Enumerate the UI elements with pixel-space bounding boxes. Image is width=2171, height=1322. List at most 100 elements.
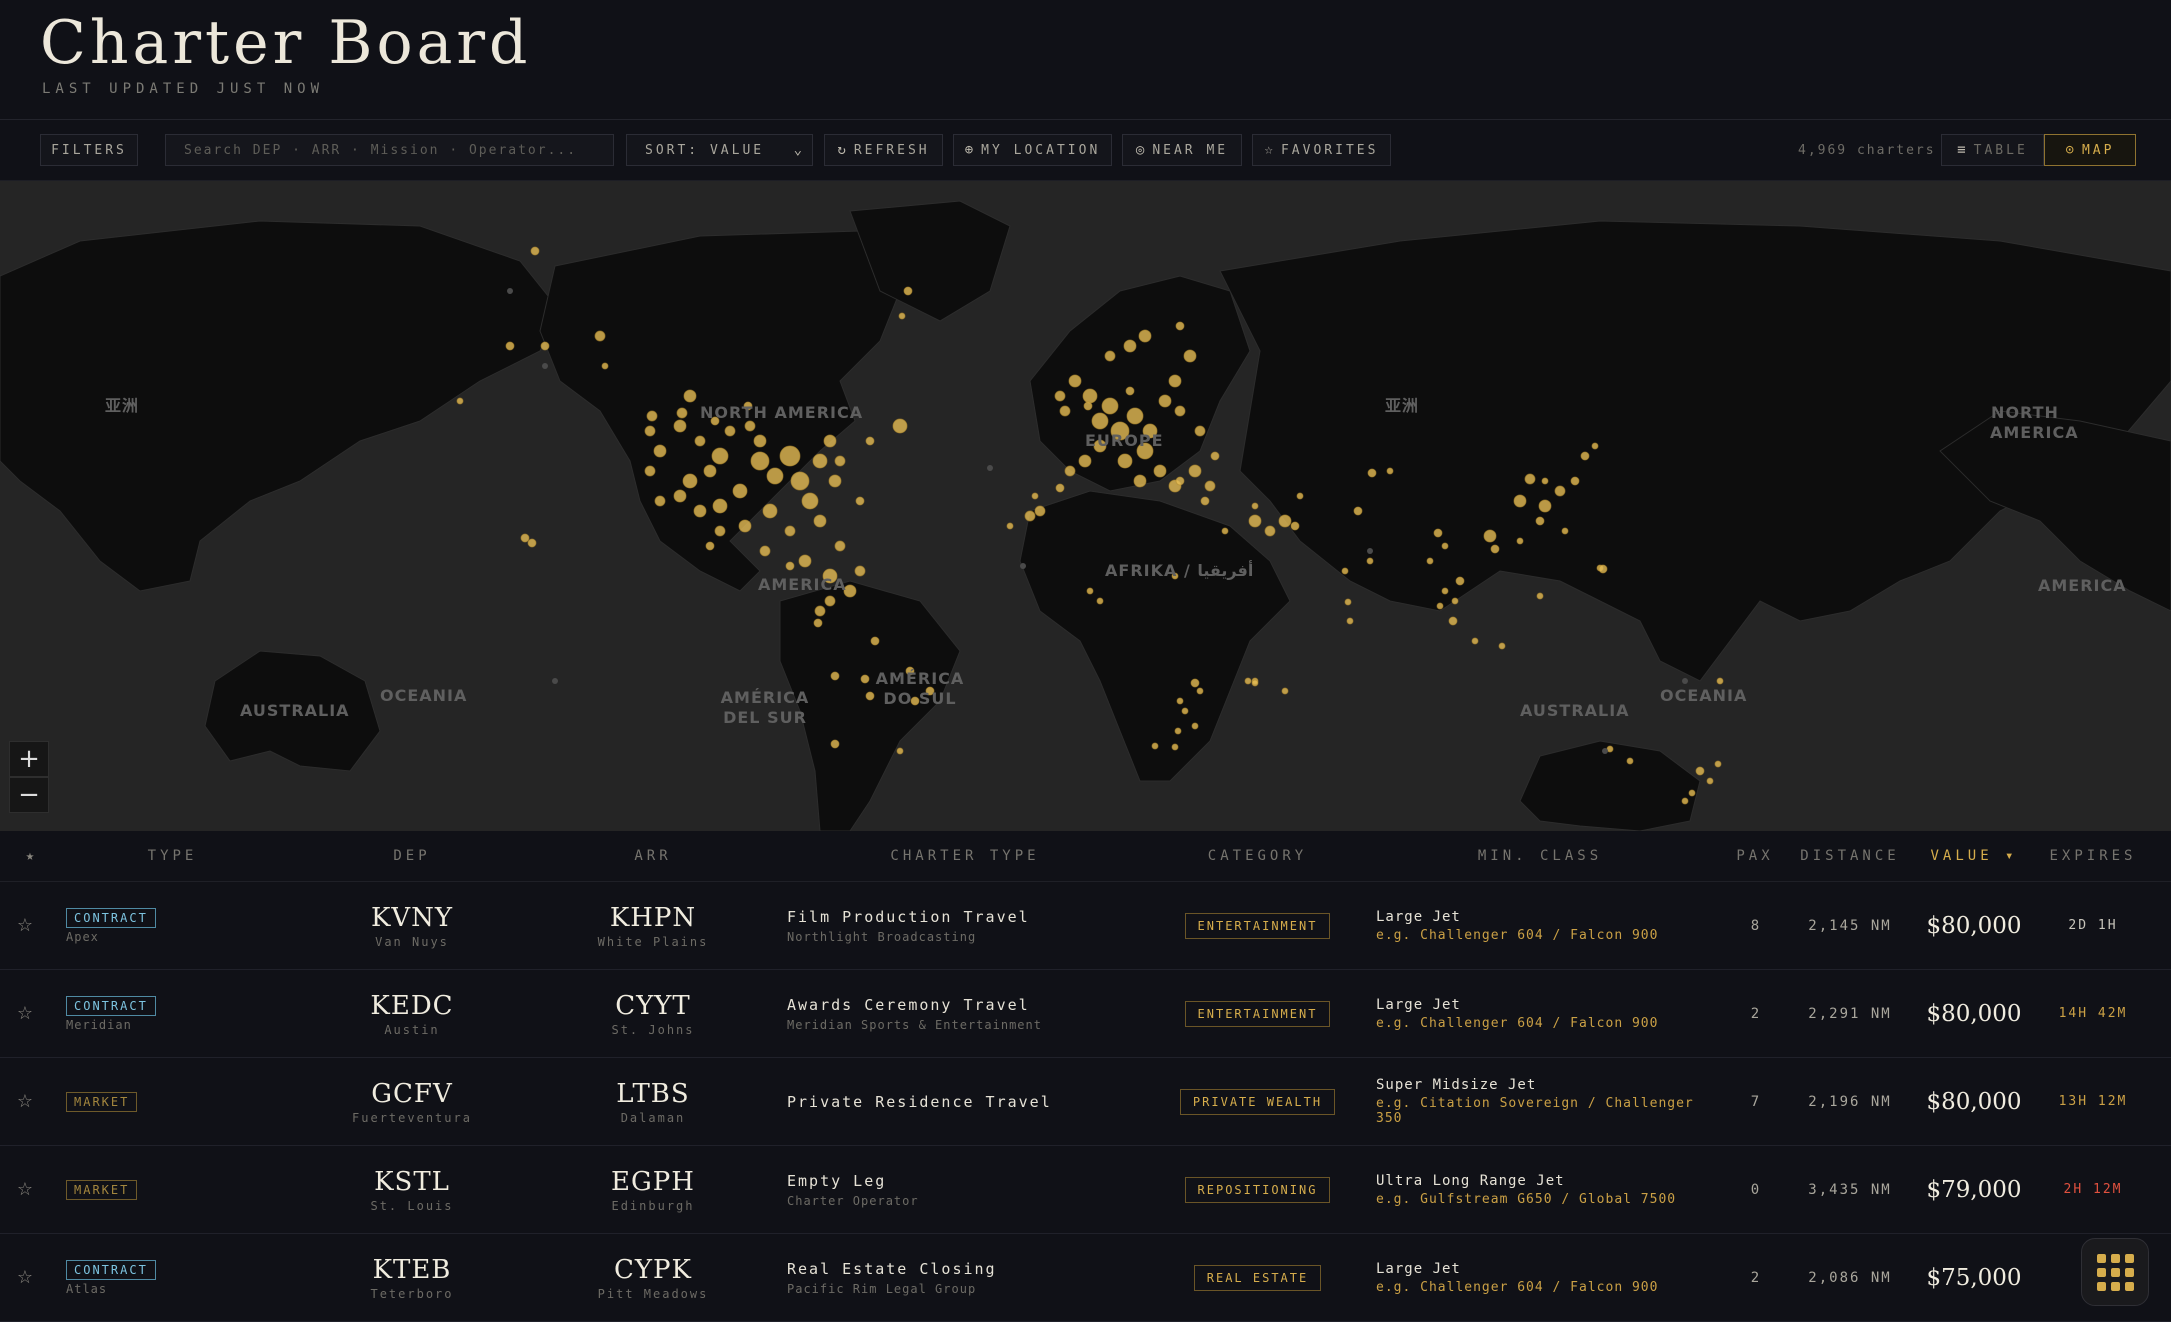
arr-column-header[interactable]: ARR xyxy=(553,831,753,881)
table-row[interactable]: ☆ CONTRACT Meridian KEDC Austin CYYT St.… xyxy=(0,970,2171,1058)
type-badge: CONTRACT xyxy=(66,995,156,1016)
dep-code: KVNY xyxy=(370,902,454,933)
charter-type-cell: Empty Leg Charter Operator xyxy=(787,1146,1117,1233)
target-icon: ◎ xyxy=(1135,142,1145,158)
fav-column-header[interactable]: ★ xyxy=(14,831,50,881)
map-view-button[interactable]: ⊙ MAP xyxy=(2044,134,2136,166)
charter-value: $79,000 xyxy=(1926,1176,2022,1203)
min-class: Large Jet xyxy=(1376,996,1461,1013)
pax-column-header[interactable]: PAX xyxy=(1725,831,1785,881)
distance-value: 3,435 NM xyxy=(1808,1181,1892,1198)
table-row[interactable]: ☆ MARKET KSTL St. Louis EGPH Edinburgh E… xyxy=(0,1146,2171,1234)
type-column-header[interactable]: TYPE xyxy=(100,831,245,881)
min-class: Large Jet xyxy=(1376,1260,1461,1277)
page-title: Charter Board xyxy=(40,8,532,78)
min-class-cell: Large Jet e.g. Challenger 604 / Falcon 9… xyxy=(1376,1234,1706,1321)
pax-value: 2 xyxy=(1750,1269,1760,1286)
favorites-button[interactable]: ☆ FAVORITES xyxy=(1252,134,1391,166)
charter-value: $80,000 xyxy=(1926,1088,2022,1115)
expires-value: 2H 12M xyxy=(2063,1182,2123,1197)
charter-map[interactable]: 亚洲 NORTH AMERICA AMERICA AMÉRICA DO SUL … xyxy=(0,181,2171,831)
charter-type-cell: Film Production Travel Northlight Broadc… xyxy=(787,882,1117,969)
dep-city: Teterboro xyxy=(370,1286,454,1301)
charter-type-cell: Private Residence Travel xyxy=(787,1058,1117,1145)
dep-code: KTEB xyxy=(372,1254,452,1285)
min-class-column-header[interactable]: MIN. CLASS xyxy=(1405,831,1675,881)
arr-code: EGPH xyxy=(611,1166,695,1197)
sort-select[interactable]: SORT: VALUE ⌄ xyxy=(626,134,813,166)
star-icon[interactable]: ☆ xyxy=(14,882,36,969)
star-icon[interactable]: ☆ xyxy=(14,1058,36,1145)
table-view-label: TABLE xyxy=(1973,142,2028,158)
filters-label: FILTERS xyxy=(51,142,127,158)
distance-column-header[interactable]: DISTANCE xyxy=(1795,831,1905,881)
dep-city: Austin xyxy=(384,1022,440,1037)
category-cell: PRIVATE WEALTH xyxy=(1150,1058,1365,1145)
star-icon[interactable]: ☆ xyxy=(14,970,36,1057)
app-grid-button[interactable] xyxy=(2081,1238,2149,1306)
distance-value: 2,145 NM xyxy=(1808,917,1892,934)
near-me-button[interactable]: ◎ NEAR ME xyxy=(1122,134,1242,166)
star-icon[interactable]: ☆ xyxy=(14,1234,36,1321)
filters-button[interactable]: FILTERS xyxy=(40,134,138,166)
star-icon: ☆ xyxy=(1264,142,1273,158)
type-badge: CONTRACT xyxy=(66,1259,156,1280)
dep-cell: GCFV Fuerteventura xyxy=(312,1058,512,1145)
charter-type: Film Production Travel xyxy=(787,907,1030,926)
grid-dot xyxy=(2124,1267,2134,1277)
arr-code: LTBS xyxy=(616,1078,690,1109)
operator-label: Apex xyxy=(66,929,99,944)
operator-label: Atlas xyxy=(66,1281,108,1296)
sort-label: SORT: VALUE xyxy=(645,142,765,158)
type-badge: MARKET xyxy=(66,1091,138,1112)
map-view-label: MAP xyxy=(2081,142,2115,158)
expires-column-header[interactable]: EXPIRES xyxy=(2048,831,2138,881)
min-class-cell: Large Jet e.g. Challenger 604 / Falcon 9… xyxy=(1376,882,1706,969)
zoom-out-button[interactable]: − xyxy=(9,777,49,813)
min-class-cell: Large Jet e.g. Challenger 604 / Falcon 9… xyxy=(1376,970,1706,1057)
map-label-america-2: AMERICA xyxy=(2038,576,2127,595)
expires-value: 13H 12M xyxy=(2058,1094,2128,1109)
category-badge: ENTERTAINMENT xyxy=(1184,912,1331,939)
map-pin-icon: ⊙ xyxy=(2065,142,2074,158)
dep-column-header[interactable]: DEP xyxy=(312,831,512,881)
arr-code: CYPK xyxy=(614,1254,692,1285)
arr-city: Pitt Meadows xyxy=(597,1286,709,1301)
type-cell: CONTRACT Apex xyxy=(66,882,266,969)
min-class: Large Jet xyxy=(1376,908,1461,925)
charter-type-cell: Awards Ceremony Travel Meridian Sports &… xyxy=(787,970,1117,1057)
refresh-label: REFRESH xyxy=(853,142,930,158)
charter-type: Empty Leg xyxy=(787,1171,887,1190)
charter-client: Meridian Sports & Entertainment xyxy=(787,1017,1042,1032)
expires-value: 14H 42M xyxy=(2058,1006,2128,1021)
table-row[interactable]: ☆ CONTRACT Apex KVNY Van Nuys KHPN White… xyxy=(0,882,2171,970)
charter-table-body: ☆ CONTRACT Apex KVNY Van Nuys KHPN White… xyxy=(0,882,2171,1322)
arr-cell: CYPK Pitt Meadows xyxy=(553,1234,753,1321)
map-label-australia-2: AUSTRALIA xyxy=(1520,701,1630,720)
map-label-america: AMERICA xyxy=(758,575,847,594)
type-badge: CONTRACT xyxy=(66,907,156,928)
grid-dot xyxy=(2110,1253,2120,1263)
my-location-button[interactable]: ⊕ MY LOCATION xyxy=(953,134,1112,166)
chevron-down-icon: ⌄ xyxy=(793,142,802,158)
arr-code: CYYT xyxy=(615,990,691,1021)
search-input[interactable]: Search DEP · ARR · Mission · Operator... xyxy=(165,134,614,166)
category-badge: REPOSITIONING xyxy=(1184,1176,1331,1203)
map-label-oceania-2: OCEANIA xyxy=(1660,686,1748,705)
table-row[interactable]: ☆ MARKET GCFV Fuerteventura LTBS Dalaman… xyxy=(0,1058,2171,1146)
pax-value: 2 xyxy=(1750,1005,1760,1022)
refresh-button[interactable]: ↻ REFRESH xyxy=(824,134,943,166)
table-view-button[interactable]: ≡ TABLE xyxy=(1941,134,2044,166)
value-column-header[interactable]: VALUE ▾ xyxy=(1920,831,2028,881)
dep-city: Van Nuys xyxy=(375,934,449,949)
table-row[interactable]: ☆ CONTRACT Atlas KTEB Teterboro CYPK Pit… xyxy=(0,1234,2171,1322)
grid-dot xyxy=(2096,1267,2106,1277)
charter-type-column-header[interactable]: CHARTER TYPE xyxy=(820,831,1110,881)
category-column-header[interactable]: CATEGORY xyxy=(1150,831,1365,881)
map-label-sul: AMÉRICA DO SUL xyxy=(875,669,965,708)
dep-code: KSTL xyxy=(374,1166,450,1197)
star-icon[interactable]: ☆ xyxy=(14,1146,36,1233)
map-label-europe: EUROPE xyxy=(1085,431,1164,450)
zoom-in-button[interactable]: + xyxy=(9,741,49,777)
expires-value: 2D 1H xyxy=(2068,918,2118,933)
